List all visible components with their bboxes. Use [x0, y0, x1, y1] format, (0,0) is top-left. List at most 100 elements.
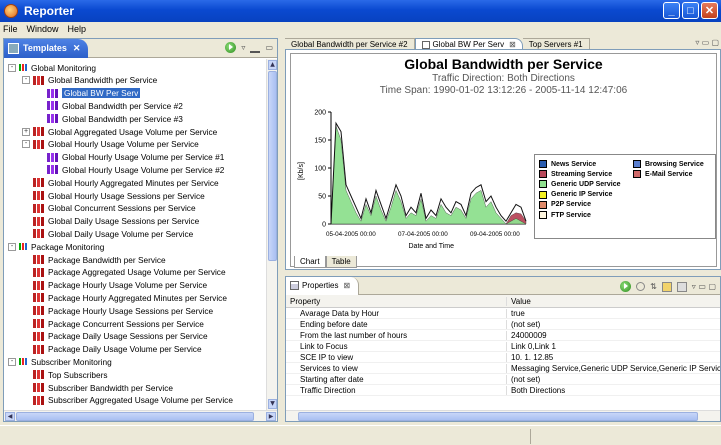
scroll-up-arrow[interactable]: ▲ — [268, 60, 277, 70]
property-row[interactable]: Services to view Messaging Service,Generi… — [286, 363, 720, 374]
minimize-panel-icon[interactable] — [250, 43, 261, 53]
close-window-button[interactable]: ✕ — [701, 2, 718, 19]
property-value[interactable]: (not set) — [506, 374, 720, 384]
tree-item-label: Package Hourly Aggregated Minutes per Se… — [48, 292, 227, 303]
run-report-icon[interactable] — [225, 42, 237, 53]
menu-window[interactable]: Window — [27, 24, 59, 34]
property-row[interactable]: Traffic Direction Both Directions — [286, 385, 720, 396]
chart-frame: Global Bandwidth per Service Traffic Dir… — [290, 53, 717, 267]
tree-item[interactable]: Package Hourly Usage Volume per Service — [22, 280, 207, 291]
report-template-icon — [33, 370, 44, 380]
property-value[interactable]: true — [506, 308, 720, 318]
tree-item[interactable]: Package Daily Usage Sessions per Service — [22, 331, 208, 342]
tree-item[interactable]: Top Subscribers — [22, 369, 108, 380]
tab-templates[interactable]: Templates ✕ — [4, 38, 89, 58]
tab-table[interactable]: Table — [325, 256, 357, 268]
tree-item-label: Package Aggregated Usage Volume per Serv… — [48, 267, 226, 278]
tree-item[interactable]: - Global Bandwidth per Service — [22, 75, 157, 86]
folder-icon — [19, 243, 27, 251]
property-row[interactable]: Ending before date (not set) — [286, 319, 720, 330]
tree-item[interactable]: Package Daily Usage Volume per Service — [22, 344, 202, 355]
property-value[interactable]: (not set) — [506, 319, 720, 329]
menu-file[interactable]: File — [3, 24, 18, 34]
tree-item[interactable]: Global Hourly Usage Volume per Service #… — [36, 164, 224, 175]
maximize-button[interactable]: □ — [682, 2, 699, 19]
minimize-button[interactable]: _ — [663, 2, 680, 19]
tree-item[interactable]: Global Hourly Usage Sessions per Service — [22, 190, 205, 201]
tab-properties[interactable]: Properties ⊠ — [286, 276, 360, 295]
tree-vertical-scrollbar[interactable]: ▲ ▼ — [266, 59, 277, 410]
report-template-icon — [33, 139, 44, 149]
tree-item-label: Package Monitoring — [31, 241, 105, 252]
properties-table: Property Value Avarage Data by Hour true E… — [286, 295, 720, 396]
properties-horizontal-scrollbar[interactable] — [286, 410, 720, 421]
legend-swatch — [633, 170, 641, 179]
tree-item[interactable]: Package Aggregated Usage Volume per Serv… — [22, 267, 226, 278]
run-icon[interactable] — [620, 281, 632, 292]
tree-item[interactable]: Package Concurrent Sessions per Service — [22, 318, 204, 329]
tree-item[interactable]: Subscriber Bandwidth per Service — [22, 382, 173, 393]
view-menu-icon[interactable]: ▿ ▭ ▢ — [692, 282, 716, 291]
tree-item[interactable]: Global Hourly Aggregated Minutes per Ser… — [22, 177, 219, 188]
tree-item[interactable]: Package Bandwidth per Service — [22, 254, 166, 265]
scroll-thumb[interactable] — [268, 71, 277, 261]
property-row[interactable]: Starting after date (not set) — [286, 374, 720, 385]
tree-item[interactable]: Package Hourly Aggregated Minutes per Se… — [22, 292, 227, 303]
property-row[interactable]: Avarage Data by Hour true — [286, 308, 720, 319]
tree-item[interactable]: + Global Aggregated Usage Volume per Serv… — [22, 126, 217, 137]
tree-item[interactable]: - Global Hourly Usage Volume per Service — [22, 139, 199, 150]
categories-icon[interactable]: ⇅ — [650, 282, 657, 291]
view-menu-icon[interactable]: ▿ — [241, 43, 245, 52]
property-name: Services to view — [300, 363, 358, 373]
tree-item[interactable]: Global Daily Usage Volume per Service — [22, 228, 193, 239]
editor-minmax-icons[interactable]: ▿ ▭ ▢ — [695, 38, 719, 47]
property-row[interactable]: Link to Focus Link 0,Link 1 — [286, 341, 720, 352]
show-advanced-icon[interactable] — [661, 281, 672, 292]
collapse-icon[interactable]: - — [22, 140, 30, 149]
column-value[interactable]: Value — [506, 296, 720, 306]
property-row[interactable]: From the last number of hours 24000009 — [286, 330, 720, 341]
column-property[interactable]: Property — [286, 297, 506, 306]
properties-icon — [290, 281, 299, 290]
tree-item[interactable]: Global BW Per Serv — [36, 88, 141, 99]
property-value[interactable]: Link 0,Link 1 — [506, 341, 720, 351]
collapse-icon[interactable]: - — [8, 357, 16, 366]
hscroll-thumb[interactable] — [298, 412, 698, 421]
tree-item[interactable]: Global Concurrent Sessions per Service — [22, 203, 196, 214]
tab-chart[interactable]: Chart — [294, 256, 326, 268]
y-axis-label: [Kb/s] — [298, 162, 305, 180]
tree-item[interactable]: Global Hourly Usage Volume per Service #… — [36, 152, 224, 163]
tree-item[interactable]: Global Bandwidth per Service #2 — [36, 100, 183, 111]
collapse-icon[interactable]: - — [22, 76, 30, 85]
tree-horizontal-scrollbar[interactable]: ◀ ▶ — [4, 410, 277, 421]
restore-default-icon[interactable] — [676, 281, 687, 292]
property-row[interactable]: SCE IP to view 10. 1. 12.85 — [286, 352, 720, 363]
hscroll-thumb[interactable] — [16, 412, 254, 421]
close-tab-icon[interactable]: ✕ — [73, 43, 81, 54]
expand-icon[interactable]: + — [22, 127, 30, 136]
refresh-icon[interactable] — [636, 282, 646, 291]
collapse-icon[interactable]: - — [8, 63, 16, 72]
scroll-right-arrow[interactable]: ▶ — [266, 412, 276, 421]
tree-folder[interactable]: - Global Monitoring — [8, 62, 96, 73]
title-bar: Reporter _ □ ✕ — [0, 0, 721, 22]
collapse-icon[interactable]: - — [8, 242, 16, 251]
property-value[interactable]: 10. 1. 12.85 — [506, 352, 720, 362]
property-value[interactable]: Messaging Service,Generic UDP Service,Ge… — [506, 363, 720, 373]
property-value[interactable]: 24000009 — [506, 330, 720, 340]
tree-item[interactable]: Global Daily Usage Sessions per Service — [22, 216, 199, 227]
tree-item[interactable]: Package Hourly Usage Sessions per Servic… — [22, 305, 213, 316]
tree-folder[interactable]: - Subscriber Monitoring — [8, 356, 112, 367]
tree-folder[interactable]: - Package Monitoring — [8, 241, 104, 252]
tree-item[interactable]: Global Bandwidth per Service #3 — [36, 113, 183, 124]
property-value[interactable]: Both Directions — [506, 385, 720, 395]
legend-swatch — [539, 160, 547, 168]
scroll-left-arrow[interactable]: ◀ — [5, 412, 15, 421]
close-tab-icon[interactable]: ⊠ — [343, 281, 350, 290]
tree-item[interactable]: Subscriber Aggregated Usage Volume per S… — [22, 395, 233, 406]
scroll-down-arrow[interactable]: ▼ — [268, 399, 277, 409]
close-tab-icon[interactable]: ⊠ — [509, 40, 516, 49]
maximize-panel-icon[interactable]: ▭ — [265, 43, 273, 52]
tab-label: Top Servers #1 — [528, 40, 583, 49]
menu-help[interactable]: Help — [68, 24, 87, 34]
